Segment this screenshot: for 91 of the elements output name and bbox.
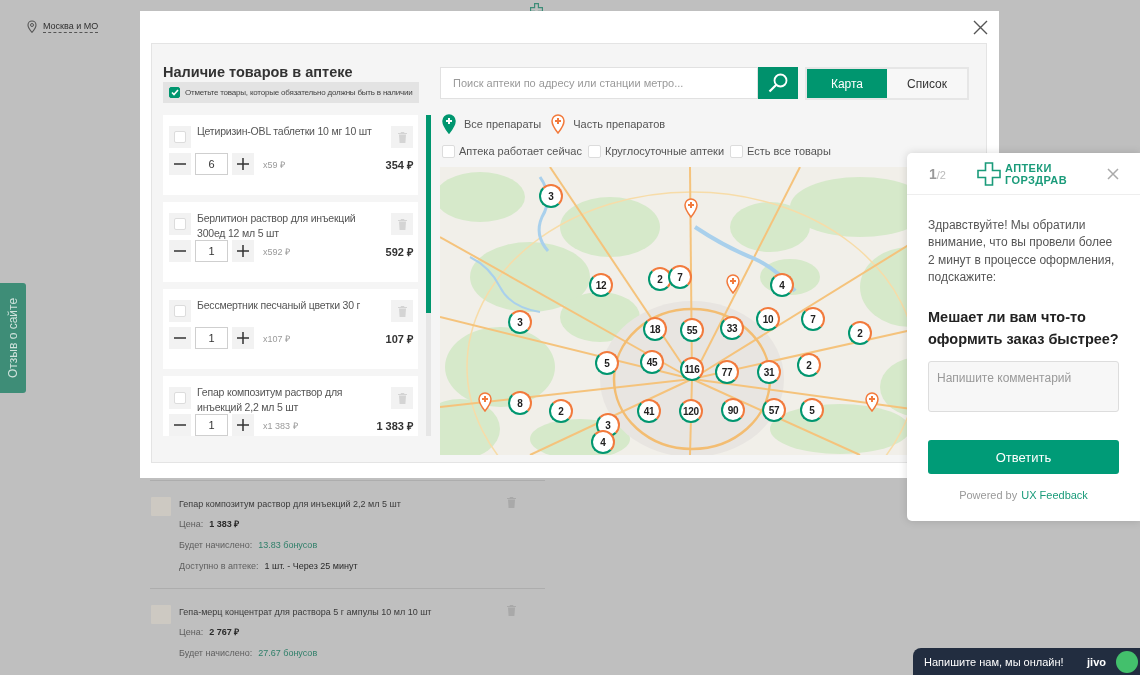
unit-price: x1 383 ₽	[263, 419, 298, 432]
close-icon	[973, 19, 988, 35]
location-pin-icon	[27, 20, 37, 33]
quantity-field[interactable]: 1	[195, 240, 228, 262]
price-value: 2 767 ₽	[209, 626, 240, 639]
status-dot-icon	[1116, 650, 1138, 673]
price-label: Цена:	[179, 626, 204, 639]
quantity-field[interactable]: 1	[195, 414, 228, 436]
trash-icon	[397, 218, 407, 230]
scrollbar-thumb[interactable]	[426, 115, 431, 313]
minus-icon	[174, 424, 186, 426]
minus-icon	[174, 250, 186, 252]
filter-label: Есть все товары	[747, 145, 831, 157]
quantity-field[interactable]: 1	[195, 327, 228, 349]
bonus-label: Будет начислено:	[179, 539, 253, 552]
plus-button[interactable]	[232, 327, 254, 349]
bonus-label: Будет начислено:	[179, 647, 253, 660]
total-price: 592 ₽	[385, 244, 413, 259]
product-name: Бессмертник песчаный цветки 30 г	[197, 298, 362, 313]
checkbox[interactable]	[169, 213, 191, 235]
minus-button[interactable]	[169, 414, 191, 436]
powered-by-text: Powered by UX Feedback	[958, 488, 1089, 503]
search-icon	[768, 73, 788, 93]
product-name: Берлитион раствор для инъекций 300ед 12 мл 5 шт	[197, 211, 357, 241]
unit-price: x59 ₽	[263, 158, 285, 171]
notice-label: Отметьте товары, которые обязательно должны быть в наличии	[185, 88, 413, 97]
legend-label: Все препараты	[464, 118, 542, 130]
plus-icon	[237, 419, 249, 431]
modal-title: Наличие товаров в аптеке	[163, 63, 354, 82]
map-pin-icon	[551, 114, 566, 134]
filter-label: Аптека работает сейчас	[459, 145, 582, 157]
submit-button[interactable]: Ответить	[928, 440, 1119, 475]
map-pin-icon[interactable]	[478, 392, 492, 412]
search-field[interactable]: Поиск аптеки по адресу или станции метро...	[440, 67, 758, 99]
total-price: 107 ₽	[385, 331, 413, 346]
chat-prompt: Напишите нам, мы онлайн!	[924, 655, 1064, 668]
unit-price: x592 ₽	[263, 245, 291, 258]
total-price: 1 383 ₽	[376, 418, 413, 433]
unit-price: x107 ₽	[263, 332, 291, 345]
comment-field[interactable]: Напишите комментарий	[928, 361, 1119, 413]
map-pin-icon[interactable]	[726, 274, 740, 294]
logo-text: jivo	[1087, 655, 1106, 668]
checkbox[interactable]	[169, 387, 191, 409]
minus-button[interactable]	[169, 153, 191, 175]
availability-label: Доступно в аптеке:	[179, 560, 259, 573]
trash-icon	[397, 131, 407, 143]
ux-feedback-link[interactable]: UX Feedback	[1021, 489, 1088, 502]
logo-text: АПТЕКИ ГОРЗДРАВ	[1005, 161, 1069, 186]
close-icon	[1107, 167, 1119, 180]
checkbox[interactable]	[169, 126, 191, 148]
cross-logo-icon	[977, 161, 1001, 186]
map-pin-icon	[442, 114, 456, 134]
check-icon	[170, 89, 179, 96]
product-title: Гепар композитум раствор для инъекций 2,2 мл 5 шт	[179, 498, 402, 511]
product-name: Цетиризин-OBL таблетки 10 мг 10 шт	[197, 124, 373, 139]
plus-icon	[237, 245, 249, 257]
bonus-value: 27.67 бонусов	[258, 647, 318, 660]
product-title: Гепа-мерц концентрат для раствора 5 г ампулы 10 мл 10 шт	[179, 606, 433, 619]
plus-button[interactable]	[232, 153, 254, 175]
total-price: 354 ₽	[385, 157, 413, 172]
plus-icon	[237, 332, 249, 344]
availability-value: 1 шт. - Через 25 минут	[264, 560, 358, 573]
minus-icon	[174, 337, 186, 339]
minus-button[interactable]	[169, 327, 191, 349]
trash-icon	[397, 392, 407, 404]
trash-icon	[397, 305, 407, 317]
chat-bar[interactable]: Напишите нам, мы онлайн! jivo	[913, 648, 1140, 675]
price-label: Цена:	[179, 518, 204, 531]
close-button[interactable]	[973, 19, 988, 35]
view-tab[interactable]: Список	[887, 69, 967, 98]
legend-label: Часть препаратов	[573, 118, 666, 130]
search-button[interactable]	[758, 67, 798, 99]
minus-icon	[174, 163, 186, 165]
price-value: 1 383 ₽	[209, 518, 240, 531]
checkbox[interactable]	[169, 87, 180, 98]
product-name: Гепар композитум раствор для инъекций 2,2 мл 5 шт	[197, 385, 344, 415]
survey-question: Мешает ли вам что-то оформить заказ быстрее?	[928, 308, 1119, 350]
plus-icon	[237, 158, 249, 170]
location-link[interactable]: Москва и МО	[43, 20, 99, 33]
bonus-value: 13.83 бонусов	[258, 539, 318, 552]
map-pin-icon[interactable]	[684, 198, 698, 218]
view-tab[interactable]: Карта	[807, 69, 887, 98]
plus-button[interactable]	[232, 240, 254, 262]
filter-label: Круглосуточные аптеки	[604, 145, 725, 157]
minus-button[interactable]	[169, 240, 191, 262]
plus-button[interactable]	[232, 414, 254, 436]
step-counter: 1/2	[929, 165, 946, 182]
survey-message: Здравствуйте! Мы обратили внимание, что вы провели более 2 минут в процессе оформления, подскажите:	[928, 217, 1116, 286]
quantity-field[interactable]: 6	[195, 153, 228, 175]
checkbox[interactable]	[169, 300, 191, 322]
map-pin-icon[interactable]	[865, 392, 879, 412]
